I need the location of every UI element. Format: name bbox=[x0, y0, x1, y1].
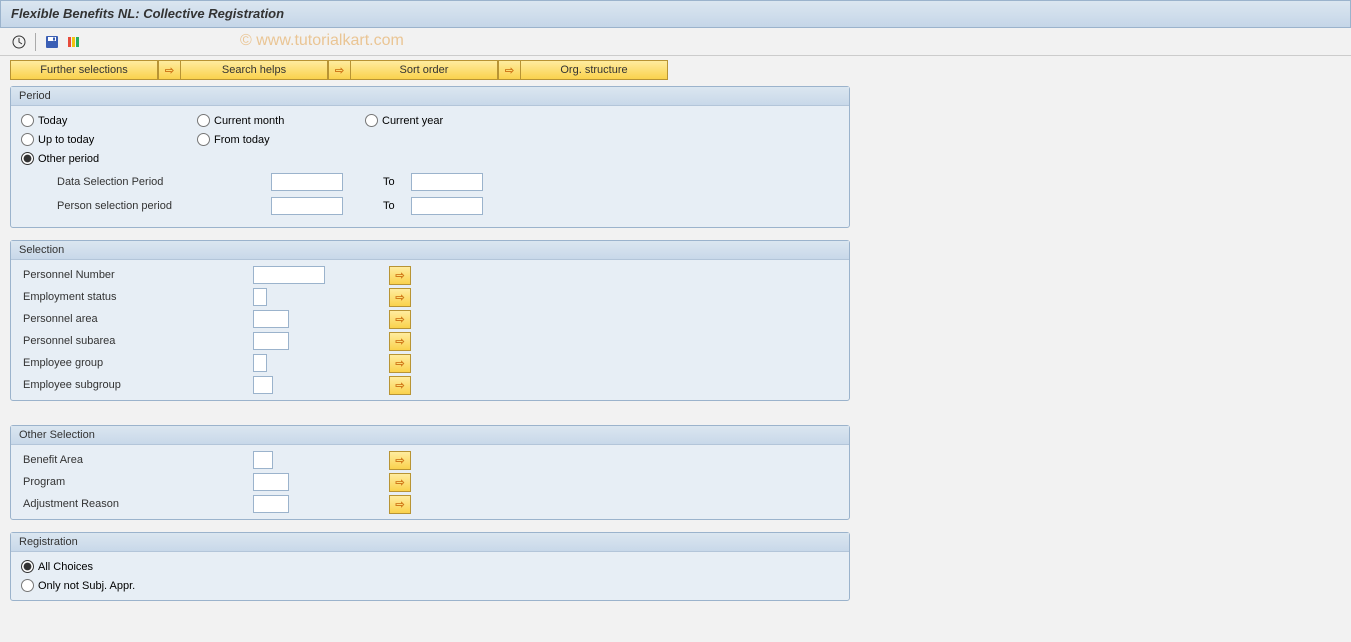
employee-subgroup-input[interactable] bbox=[253, 376, 273, 394]
personnel-number-label: Personnel Number bbox=[21, 269, 253, 281]
arrow-right-icon: ⇨ bbox=[335, 64, 344, 77]
employee-group-input[interactable] bbox=[253, 354, 267, 372]
further-selections-button[interactable]: Further selections bbox=[10, 60, 158, 80]
data-selection-from-input[interactable] bbox=[271, 173, 343, 191]
arrow-right-icon: ⇨ bbox=[395, 454, 404, 467]
personnel-number-input[interactable] bbox=[253, 266, 325, 284]
sort-order-arrow[interactable]: ⇨ bbox=[328, 60, 350, 80]
app-toolbar: © www.tutorialkart.com bbox=[0, 28, 1351, 56]
to-label: To bbox=[383, 176, 403, 188]
radio-all-choices[interactable]: All Choices bbox=[21, 560, 93, 573]
benefit-area-multi-button[interactable]: ⇨ bbox=[389, 451, 411, 470]
person-selection-label: Person selection period bbox=[57, 200, 271, 212]
selection-action-bar: Further selections ⇨ Search helps ⇨ Sort… bbox=[10, 60, 1320, 80]
program-multi-button[interactable]: ⇨ bbox=[389, 473, 411, 492]
employee-group-multi-button[interactable]: ⇨ bbox=[389, 354, 411, 373]
radio-up-to-today[interactable]: Up to today bbox=[21, 133, 189, 146]
program-label: Program bbox=[21, 476, 253, 488]
employment-status-label: Employment status bbox=[21, 291, 253, 303]
registration-header: Registration bbox=[11, 533, 849, 552]
benefit-area-input[interactable] bbox=[253, 451, 273, 469]
page-title: Flexible Benefits NL: Collective Registr… bbox=[11, 6, 284, 21]
arrow-right-icon: ⇨ bbox=[395, 357, 404, 370]
radio-from-today[interactable]: From today bbox=[197, 133, 270, 146]
main-content: Further selections ⇨ Search helps ⇨ Sort… bbox=[0, 56, 1351, 642]
selection-header: Selection bbox=[11, 241, 849, 260]
watermark: © www.tutorialkart.com bbox=[240, 32, 404, 50]
employee-group-label: Employee group bbox=[21, 357, 253, 369]
search-helps-arrow[interactable]: ⇨ bbox=[158, 60, 180, 80]
search-helps-button[interactable]: Search helps bbox=[180, 60, 328, 80]
other-selection-header: Other Selection bbox=[11, 426, 849, 445]
layout-icon[interactable] bbox=[65, 33, 83, 51]
radio-current-month[interactable]: Current month bbox=[197, 114, 357, 127]
adjustment-reason-multi-button[interactable]: ⇨ bbox=[389, 495, 411, 514]
radio-only-not-subj[interactable]: Only not Subj. Appr. bbox=[21, 579, 135, 592]
person-selection-to-input[interactable] bbox=[411, 197, 483, 215]
adjustment-reason-label: Adjustment Reason bbox=[21, 498, 253, 510]
period-header: Period bbox=[11, 87, 849, 106]
personnel-area-multi-button[interactable]: ⇨ bbox=[389, 310, 411, 329]
sort-order-button[interactable]: Sort order bbox=[350, 60, 498, 80]
arrow-right-icon: ⇨ bbox=[395, 335, 404, 348]
org-structure-arrow[interactable]: ⇨ bbox=[498, 60, 520, 80]
registration-group: Registration All Choices Only not Subj. … bbox=[10, 532, 850, 601]
execute-icon[interactable] bbox=[10, 33, 28, 51]
program-input[interactable] bbox=[253, 473, 289, 491]
arrow-right-icon: ⇨ bbox=[505, 64, 514, 77]
arrow-right-icon: ⇨ bbox=[395, 269, 404, 282]
org-structure-button[interactable]: Org. structure bbox=[520, 60, 668, 80]
personnel-subarea-label: Personnel subarea bbox=[21, 335, 253, 347]
benefit-area-label: Benefit Area bbox=[21, 454, 253, 466]
arrow-right-icon: ⇨ bbox=[395, 498, 404, 511]
to-label: To bbox=[383, 200, 403, 212]
employment-status-input[interactable] bbox=[253, 288, 267, 306]
arrow-right-icon: ⇨ bbox=[165, 64, 174, 77]
save-variant-icon[interactable] bbox=[43, 33, 61, 51]
separator bbox=[35, 33, 36, 51]
period-group: Period Today Current month Current year … bbox=[10, 86, 850, 228]
employment-status-multi-button[interactable]: ⇨ bbox=[389, 288, 411, 307]
arrow-right-icon: ⇨ bbox=[395, 291, 404, 304]
radio-today[interactable]: Today bbox=[21, 114, 189, 127]
arrow-right-icon: ⇨ bbox=[395, 313, 404, 326]
data-selection-label: Data Selection Period bbox=[57, 176, 271, 188]
personnel-area-input[interactable] bbox=[253, 310, 289, 328]
personnel-subarea-multi-button[interactable]: ⇨ bbox=[389, 332, 411, 351]
personnel-number-multi-button[interactable]: ⇨ bbox=[389, 266, 411, 285]
employee-subgroup-label: Employee subgroup bbox=[21, 379, 253, 391]
arrow-right-icon: ⇨ bbox=[395, 379, 404, 392]
personnel-subarea-input[interactable] bbox=[253, 332, 289, 350]
radio-other-period[interactable]: Other period bbox=[21, 152, 99, 165]
adjustment-reason-input[interactable] bbox=[253, 495, 289, 513]
personnel-area-label: Personnel area bbox=[21, 313, 253, 325]
selection-group: Selection Personnel Number ⇨ Employment … bbox=[10, 240, 850, 401]
radio-current-year[interactable]: Current year bbox=[365, 114, 443, 127]
employee-subgroup-multi-button[interactable]: ⇨ bbox=[389, 376, 411, 395]
arrow-right-icon: ⇨ bbox=[395, 476, 404, 489]
other-selection-group: Other Selection Benefit Area ⇨ Program ⇨… bbox=[10, 425, 850, 520]
data-selection-to-input[interactable] bbox=[411, 173, 483, 191]
title-bar: Flexible Benefits NL: Collective Registr… bbox=[0, 0, 1351, 28]
person-selection-from-input[interactable] bbox=[271, 197, 343, 215]
